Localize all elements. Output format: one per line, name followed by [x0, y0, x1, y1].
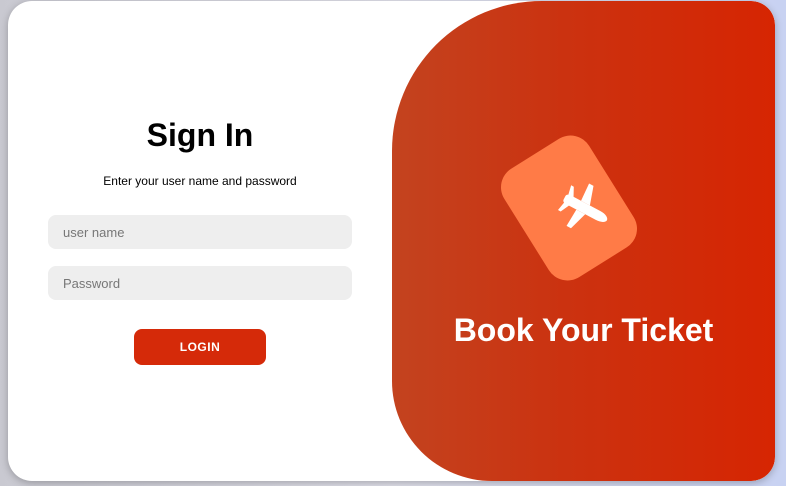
login-button[interactable]: LOGIN [134, 329, 266, 365]
sign-in-panel: Sign In Enter your user name and passwor… [8, 1, 392, 481]
password-input[interactable] [48, 266, 352, 300]
promo-panel: Book Your Ticket [392, 1, 775, 481]
airplane-icon [552, 176, 616, 240]
sign-in-subtitle: Enter your user name and password [103, 174, 297, 188]
login-card: Sign In Enter your user name and passwor… [8, 1, 775, 481]
sign-in-title: Sign In [146, 117, 254, 153]
promo-title: Book Your Ticket [453, 312, 714, 348]
username-input[interactable] [48, 215, 352, 249]
